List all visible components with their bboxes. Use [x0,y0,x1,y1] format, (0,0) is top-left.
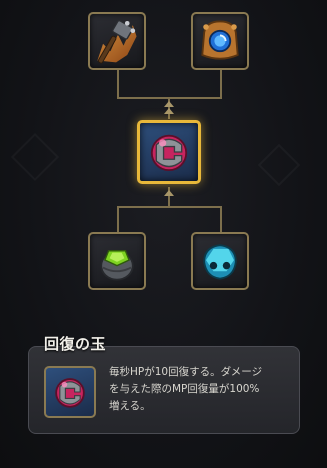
arrow-up-icon [164,190,174,196]
tooltip-title: 回復の玉 [44,335,107,353]
green-gem-stone-item-slot[interactable] [88,232,146,290]
spiked-hammer-item-icon [97,19,137,64]
blue-orb-pack-item-slot[interactable] [191,12,249,70]
blue-crystal-item-slot[interactable] [191,232,249,290]
arrow-up-icon [164,101,174,107]
blue-orb-pack-item-icon [201,20,239,60]
pink-orb-item-icon [150,134,188,172]
spiked-hammer-item-slot[interactable] [88,12,146,70]
pink-orb-item-slot[interactable] [137,120,201,184]
green-gem-stone-item-icon [100,250,134,281]
tooltip-description: 毎秒HPが10回復する。ダメージ を与えた際のMP回復量が100% 増える。 [109,364,295,415]
tooltip-description-line: を与えた際のMP回復量が100% [109,383,260,395]
tree-connector [220,68,222,98]
blue-crystal-item-icon [203,244,237,280]
tooltip-item-icon-frame [44,366,96,418]
tree-connector [117,206,119,234]
tooltip-description-line: 毎秒HPが10回復する。ダメージ [109,366,263,378]
arrow-up-icon [164,108,174,114]
tooltip-description-line: 増える。 [109,400,151,412]
tree-connector [117,206,222,208]
tree-connector [220,206,222,234]
pink-orb-icon [55,378,85,408]
tree-connector [117,68,119,98]
